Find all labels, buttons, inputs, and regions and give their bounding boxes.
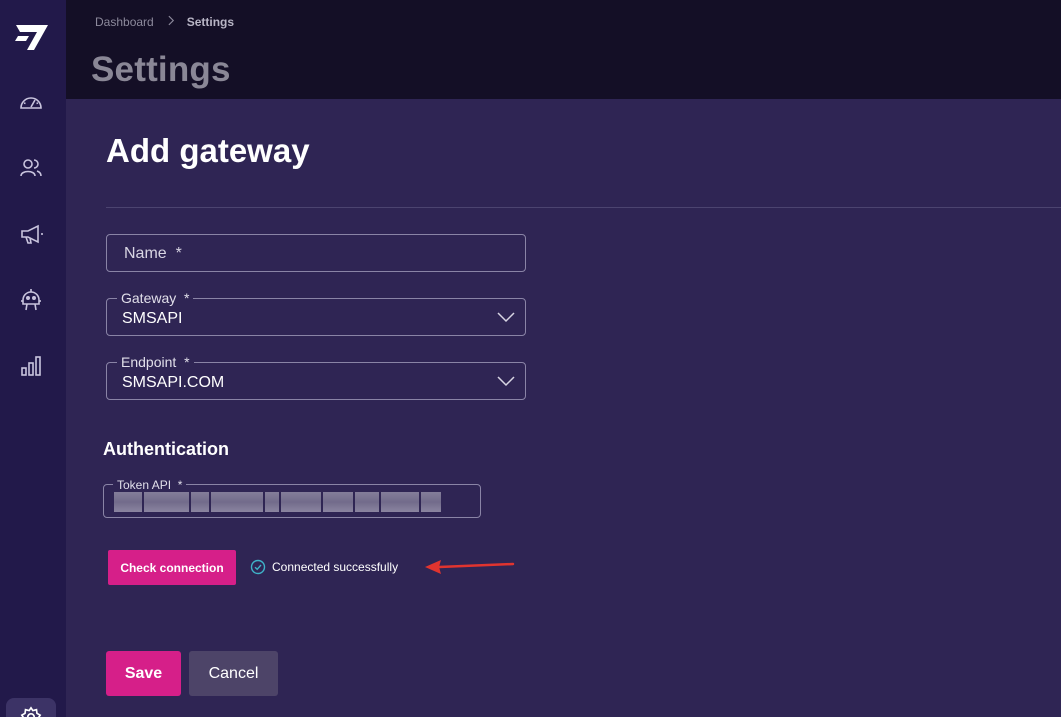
brand-logo[interactable] bbox=[14, 22, 50, 52]
authentication-heading: Authentication bbox=[103, 439, 229, 459]
check-circle-icon bbox=[250, 559, 266, 575]
name-placeholder: Name * bbox=[124, 245, 182, 262]
users-icon[interactable] bbox=[17, 154, 45, 182]
sidebar bbox=[0, 0, 66, 717]
breadcrumb-dashboard-link[interactable]: Dashboard bbox=[95, 15, 154, 29]
top-header: Dashboard Settings Settings bbox=[66, 0, 1061, 99]
annotation-arrow-icon bbox=[425, 560, 515, 574]
main-content: Add gateway Name * Gateway * SMSAPI Endp… bbox=[66, 99, 1061, 717]
endpoint-label: Endpoint * bbox=[117, 354, 194, 370]
endpoint-value: SMSAPI.COM bbox=[122, 374, 225, 391]
token-api-input[interactable]: Token API * bbox=[103, 477, 481, 518]
divider bbox=[106, 207, 1061, 208]
gateway-label: Gateway * bbox=[117, 290, 194, 306]
breadcrumb-separator-icon bbox=[168, 15, 175, 29]
bar-chart-icon[interactable] bbox=[17, 352, 45, 380]
connection-status: Connected successfully bbox=[250, 559, 398, 575]
page-title: Settings bbox=[91, 50, 231, 89]
settings-gear-icon bbox=[20, 706, 42, 717]
check-connection-button[interactable]: Check connection bbox=[108, 550, 236, 585]
connection-status-text: Connected successfully bbox=[272, 560, 399, 574]
form-title: Add gateway bbox=[106, 132, 310, 169]
breadcrumb: Dashboard Settings bbox=[95, 15, 234, 29]
chevron-down-icon[interactable] bbox=[497, 375, 515, 387]
chevron-down-icon[interactable] bbox=[497, 311, 515, 323]
endpoint-select[interactable]: Endpoint * SMSAPI.COM bbox=[106, 354, 526, 400]
settings-nav-tab[interactable] bbox=[6, 698, 56, 717]
gateway-select[interactable]: Gateway * SMSAPI bbox=[106, 290, 526, 336]
gateway-value: SMSAPI bbox=[122, 310, 183, 327]
name-input[interactable]: Name * bbox=[106, 234, 526, 272]
token-blurred-value bbox=[114, 489, 444, 515]
breadcrumb-current: Settings bbox=[186, 15, 235, 29]
megaphone-icon[interactable] bbox=[17, 220, 45, 248]
dashboard-gauge-icon[interactable] bbox=[17, 89, 45, 117]
save-button[interactable]: Save bbox=[106, 651, 181, 696]
robot-icon[interactable] bbox=[17, 285, 45, 313]
cancel-button[interactable]: Cancel bbox=[189, 651, 278, 696]
